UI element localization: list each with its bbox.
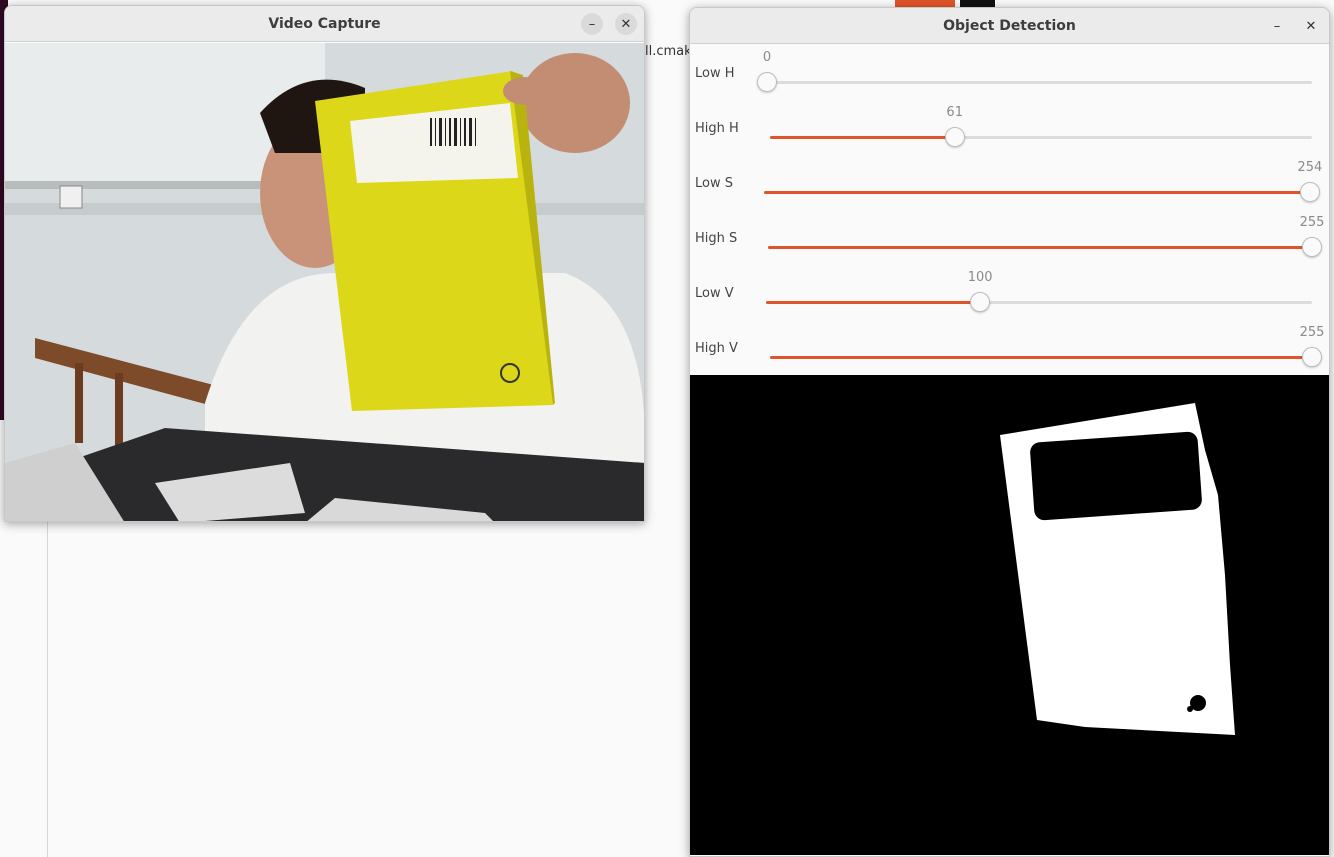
trackbar-high-v: High V 255 xyxy=(690,320,1329,375)
trackbar-fill xyxy=(770,356,1312,359)
trackbar-thumb[interactable] xyxy=(1302,347,1322,367)
camera-frame-image xyxy=(5,43,644,521)
close-icon: ✕ xyxy=(620,16,632,32)
trackbar-thumb[interactable] xyxy=(757,72,777,92)
trackbar-value: 0 xyxy=(762,50,772,65)
minimize-button[interactable]: – xyxy=(581,13,603,35)
trackbar-value: 255 xyxy=(1299,325,1325,340)
trackbar-thumb[interactable] xyxy=(1299,182,1320,202)
trackbar-value: 254 xyxy=(1297,160,1323,175)
minimize-icon: – xyxy=(1273,18,1281,34)
trackbar-label: High S xyxy=(695,231,738,246)
background-file-label: ll.cmak xyxy=(645,44,692,59)
trackbar-fill xyxy=(766,301,981,304)
background-top-strip xyxy=(895,0,955,7)
trackbar-label: Low S xyxy=(695,176,733,191)
trackbar-track[interactable] xyxy=(770,347,1322,367)
background-top-strip xyxy=(960,0,995,7)
trackbar-value: 61 xyxy=(946,105,963,120)
object-detection-titlebar[interactable]: Object Detection – ✕ xyxy=(690,8,1329,44)
minimize-icon: – xyxy=(588,16,596,32)
window-title: Video Capture xyxy=(268,15,381,32)
trackbar-label: High H xyxy=(695,121,739,136)
trackbar-fill xyxy=(768,246,1312,249)
trackbar-track[interactable] xyxy=(764,182,1320,202)
background-divider xyxy=(47,520,48,857)
trackbar-fill xyxy=(764,191,1310,194)
camera-frame xyxy=(5,43,644,521)
trackbar-fill xyxy=(770,136,955,139)
close-button[interactable]: ✕ xyxy=(1300,15,1322,37)
trackbar-high-s: High S 255 xyxy=(690,210,1329,265)
trackbar-value: 255 xyxy=(1299,215,1325,230)
trackbar-panel: Low H 0 High H 61 Low S 254 High S 255 L… xyxy=(690,45,1329,375)
trackbar-low-s: Low S 254 xyxy=(690,155,1329,210)
trackbar-thumb[interactable] xyxy=(1302,237,1322,257)
trackbar-low-v: Low V 100 xyxy=(690,265,1329,320)
window-title: Object Detection xyxy=(943,17,1076,34)
trackbar-high-h: High H 61 xyxy=(690,100,1329,155)
trackbar-label: High V xyxy=(695,341,738,356)
trackbar-thumb[interactable] xyxy=(944,127,965,147)
trackbar-track[interactable] xyxy=(768,237,1322,257)
trackbar-thumb[interactable] xyxy=(970,292,991,312)
threshold-mask-image xyxy=(690,375,1329,855)
trackbar-label: Low V xyxy=(695,286,734,301)
minimize-button[interactable]: – xyxy=(1266,15,1288,37)
close-icon: ✕ xyxy=(1305,18,1317,34)
trackbar-track[interactable] xyxy=(757,72,1312,92)
trackbar-low-h: Low H 0 xyxy=(690,45,1329,100)
trackbar-label: Low H xyxy=(695,66,735,81)
trackbar-value: 100 xyxy=(967,270,993,285)
trackbar-track[interactable] xyxy=(766,292,1312,312)
video-capture-titlebar[interactable]: Video Capture – ✕ xyxy=(5,6,644,42)
video-capture-window: Video Capture – ✕ xyxy=(4,5,645,522)
trackbar-track[interactable] xyxy=(770,127,1312,147)
mask-silhouette xyxy=(690,375,1329,855)
close-button[interactable]: ✕ xyxy=(615,13,637,35)
object-detection-window: Object Detection – ✕ Low H 0 High H 61 L xyxy=(689,7,1330,857)
